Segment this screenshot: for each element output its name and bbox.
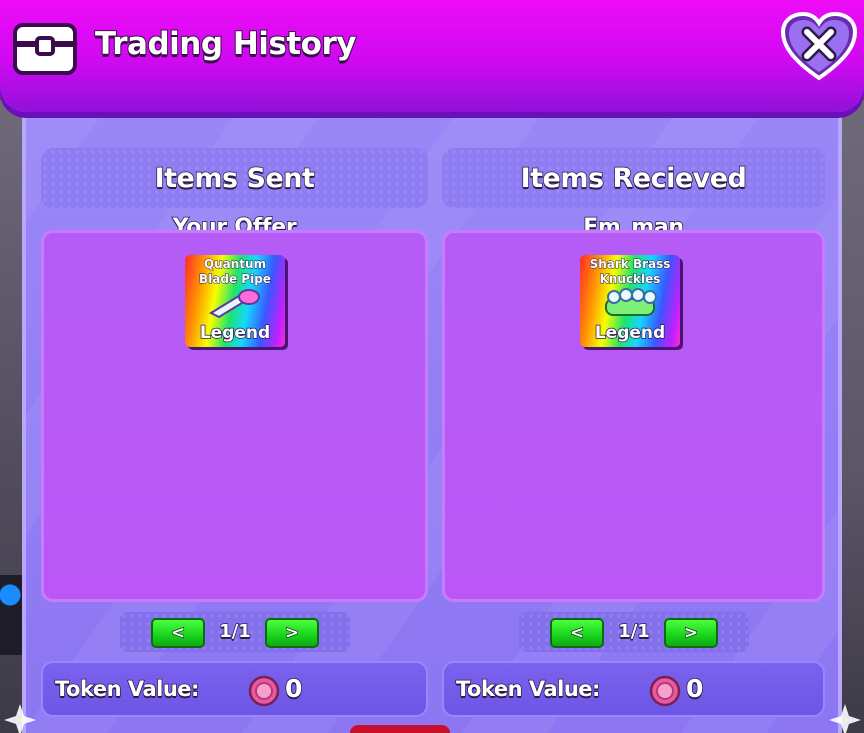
- received-page-indicator: 1/1: [617, 620, 650, 643]
- token-value: 0: [685, 673, 704, 704]
- received-next-button[interactable]: >: [664, 618, 718, 648]
- bottom-tab: [350, 725, 450, 733]
- sent-pager: < 1/1 >: [120, 612, 350, 652]
- received-prev-button[interactable]: <: [550, 618, 604, 648]
- token-icon: [649, 675, 681, 707]
- received-pager: < 1/1 >: [519, 612, 749, 652]
- item-rarity: Legend: [594, 322, 666, 344]
- close-button[interactable]: [780, 12, 858, 82]
- title-bar: Trading History: [0, 0, 864, 112]
- item-rarity: Legend: [199, 322, 271, 344]
- received-token-bar: Token Value: 0: [442, 661, 825, 717]
- sent-next-button[interactable]: >: [265, 618, 319, 648]
- sent-page-indicator: 1/1: [218, 620, 251, 643]
- sent-token-bar: Token Value: 0: [41, 661, 428, 717]
- token-value-label: Token Value:: [54, 676, 200, 702]
- token-value: 0: [284, 673, 303, 704]
- token-value-label: Token Value:: [455, 676, 601, 702]
- blade-pipe-icon: [208, 289, 260, 319]
- items-sent-header: Items Sent: [41, 148, 428, 208]
- chest-icon: [13, 23, 77, 75]
- item-card-shark-brass-knuckles[interactable]: Shark Brass Knuckles Legend: [580, 255, 680, 347]
- window-title: Trading History: [94, 25, 357, 63]
- items-received-header: Items Recieved: [442, 148, 825, 208]
- items-received-title: Items Recieved: [520, 162, 748, 195]
- sent-prev-button[interactable]: <: [151, 618, 205, 648]
- received-items-box: Shark Brass Knuckles Legend: [442, 230, 825, 602]
- brass-knuckles-icon: [605, 288, 657, 316]
- token-icon: [248, 675, 280, 707]
- sparkle-icon: [829, 704, 861, 733]
- sparkle-icon: [4, 704, 36, 733]
- item-card-quantum-blade-pipe[interactable]: Quantum Blade Pipe Legend: [185, 255, 285, 347]
- items-sent-title: Items Sent: [154, 162, 316, 195]
- sent-items-box: Quantum Blade Pipe Legend: [41, 230, 428, 602]
